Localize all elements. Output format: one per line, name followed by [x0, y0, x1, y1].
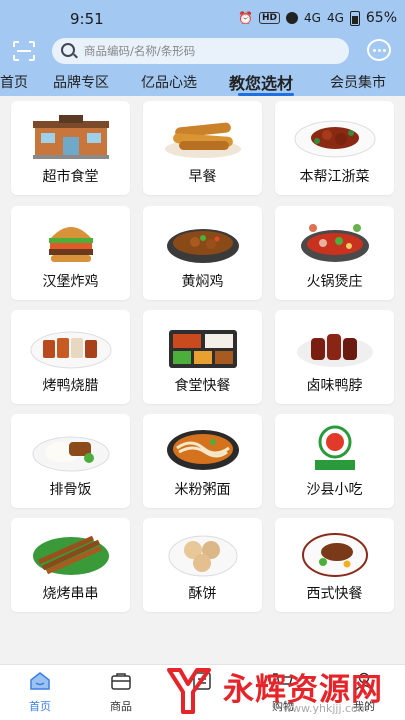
category-label: 本帮江浙菜 — [299, 169, 370, 185]
category-label: 烧烤串串 — [42, 586, 99, 602]
list-icon — [193, 672, 211, 690]
bag-icon — [111, 673, 131, 690]
steak-plate-icon — [301, 533, 368, 577]
battery-level: 65% — [365, 10, 397, 26]
signal-icon: 4G — [304, 11, 321, 25]
shaxian-logo-icon — [314, 425, 355, 470]
nav-list[interactable] — [172, 671, 232, 698]
category-label: 沙县小吃 — [306, 482, 363, 498]
category-card[interactable]: 卤味鸭脖 — [275, 310, 394, 404]
dnd-icon — [286, 12, 298, 24]
signal-icon-2: 4G — [326, 11, 344, 25]
category-card[interactable]: 烤鸭烧腊 — [11, 310, 130, 404]
nav-cart[interactable]: 购物 — [253, 671, 313, 714]
category-card[interactable]: 超市食堂 — [11, 101, 130, 195]
category-label: 卤味鸭脖 — [306, 378, 363, 394]
user-icon — [355, 672, 373, 691]
tab-home[interactable]: 首页 — [0, 72, 28, 92]
message-icon[interactable] — [367, 39, 391, 61]
nav-label: 购物 — [272, 700, 294, 713]
category-card[interactable]: 早餐 — [143, 101, 262, 195]
category-label: 超市食堂 — [42, 169, 99, 185]
category-card[interactable]: 汉堡炸鸡 — [11, 206, 130, 300]
battery-icon — [349, 10, 360, 26]
alarm-icon: ⏰ — [238, 11, 253, 25]
category-label: 火锅煲庄 — [306, 274, 363, 290]
roast-duck-icon — [30, 331, 111, 369]
category-label: 汉堡炸鸡 — [42, 274, 99, 290]
braised-chicken-icon — [166, 229, 239, 263]
category-label: 西式快餐 — [306, 586, 363, 602]
supermarket-icon — [32, 115, 109, 159]
tab-active-indicator — [238, 93, 294, 96]
bottom-nav: 首页 商品 购物 我的 — [0, 664, 405, 720]
burger-icon — [48, 227, 93, 262]
category-tabs: 首页 品牌专区 亿品心选 教您选材 会员集市 — [0, 72, 405, 96]
category-label: 烤鸭烧腊 — [42, 378, 99, 394]
search-placeholder: 商品编码/名称/条形码 — [84, 44, 196, 58]
jiangzhe-dish-icon — [294, 120, 375, 158]
search-input[interactable]: 商品编码/名称/条形码 — [52, 38, 349, 64]
scan-icon[interactable] — [12, 40, 36, 62]
category-card[interactable]: 黄焖鸡 — [143, 206, 262, 300]
nav-label: 商品 — [110, 700, 132, 713]
nav-label: 我的 — [353, 700, 375, 713]
bento-box-icon — [168, 330, 237, 368]
tab-material-guide[interactable]: 教您选材 — [229, 70, 293, 94]
category-label: 酥饼 — [188, 586, 217, 602]
bbq-skewer-icon — [32, 535, 109, 575]
hot-pot-icon — [300, 224, 369, 262]
category-card[interactable]: 食堂快餐 — [143, 310, 262, 404]
status-time: 9:51 — [70, 10, 104, 28]
search-icon — [61, 43, 75, 57]
category-label: 早餐 — [188, 169, 217, 185]
hd-badge: HD — [258, 12, 280, 24]
noodle-bowl-icon — [166, 430, 239, 470]
nav-label: 首页 — [29, 700, 51, 713]
category-label: 黄焖鸡 — [181, 274, 224, 290]
status-bar: 9:51 ⏰ HD 4G 4G 65% — [0, 0, 405, 38]
category-card[interactable]: 烧烤串串 — [11, 518, 130, 612]
category-label: 食堂快餐 — [174, 378, 231, 394]
cart-icon — [273, 673, 293, 685]
home-icon — [30, 672, 50, 690]
nav-home[interactable]: 首页 — [10, 671, 70, 714]
status-icons: ⏰ HD 4G 4G 65% — [238, 10, 397, 26]
category-card[interactable]: 排骨饭 — [11, 414, 130, 508]
nav-profile[interactable]: 我的 — [334, 671, 394, 714]
tab-brand-zone[interactable]: 品牌专区 — [53, 72, 109, 92]
category-card[interactable]: 西式快餐 — [275, 518, 394, 612]
category-card[interactable]: 酥饼 — [143, 518, 262, 612]
category-card[interactable]: 本帮江浙菜 — [275, 101, 394, 195]
category-card[interactable]: 火锅煲庄 — [275, 206, 394, 300]
category-label: 排骨饭 — [49, 482, 92, 498]
rib-rice-icon — [32, 436, 109, 472]
tab-selected[interactable]: 亿品心选 — [141, 72, 197, 92]
duck-neck-icon — [296, 334, 373, 367]
category-label: 米粉粥面 — [174, 482, 231, 498]
header: 商品编码/名称/条形码 首页 品牌专区 亿品心选 教您选材 会员集市 — [0, 38, 405, 96]
pastry-icon — [168, 535, 237, 577]
breakfast-icon — [164, 122, 241, 158]
tab-member-market[interactable]: 会员集市 — [330, 72, 386, 92]
nav-products[interactable]: 商品 — [91, 671, 151, 714]
category-card[interactable]: 米粉粥面 — [143, 414, 262, 508]
category-card[interactable]: 沙县小吃 — [275, 414, 394, 508]
